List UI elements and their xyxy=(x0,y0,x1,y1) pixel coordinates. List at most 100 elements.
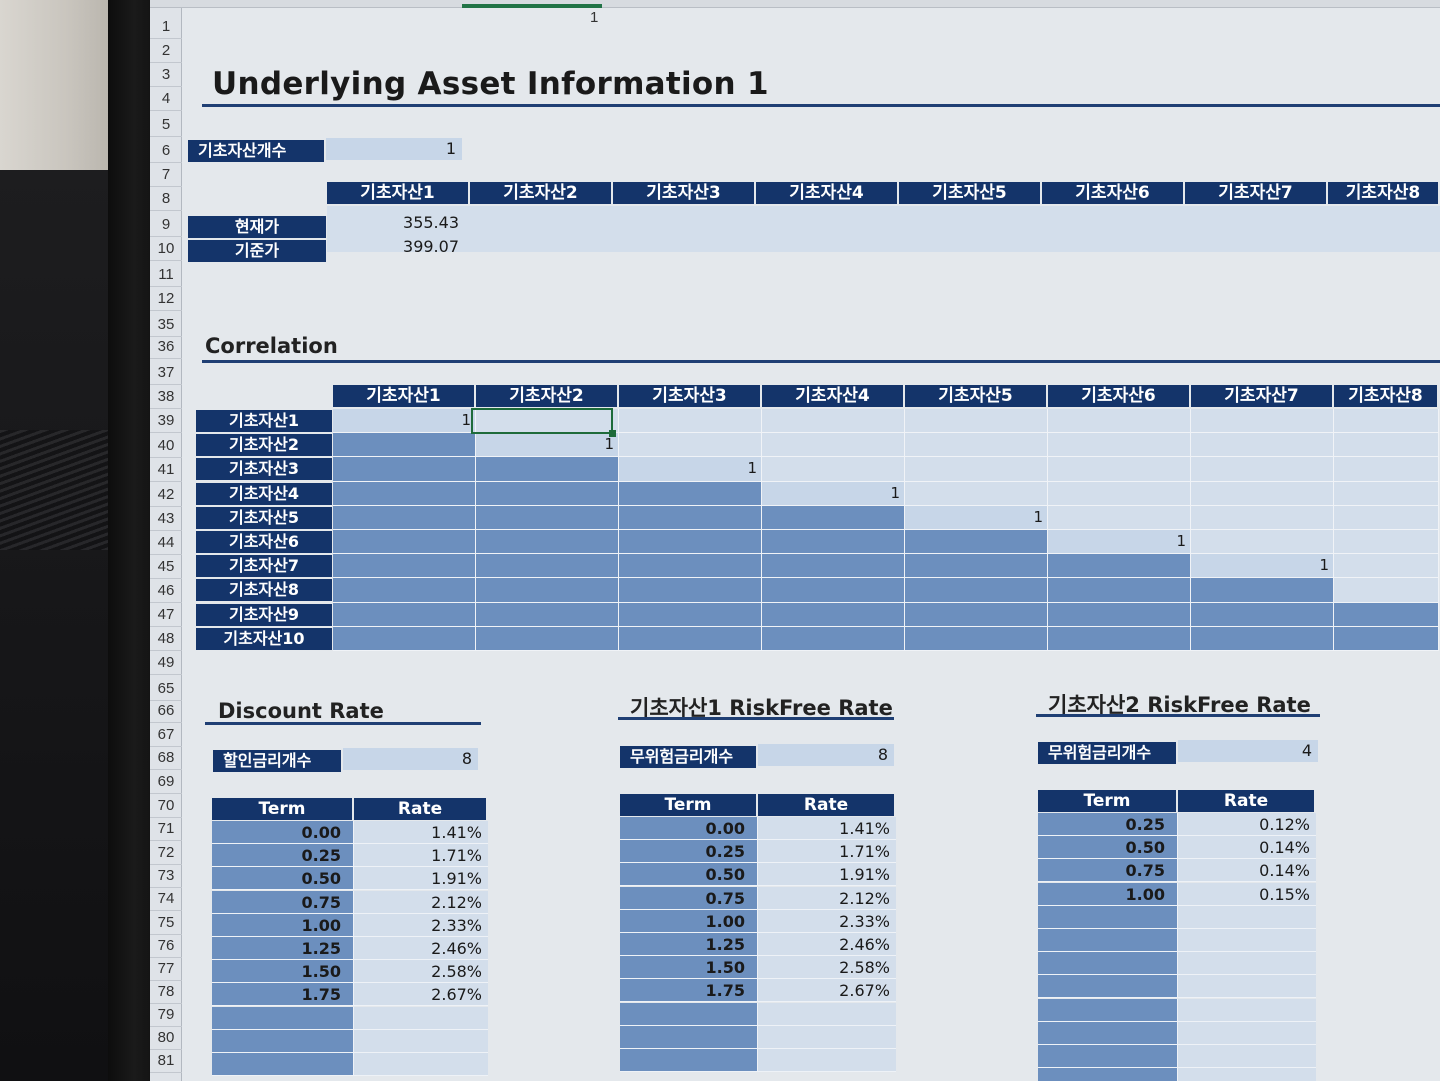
asset-header-6[interactable]: 기초자산6 xyxy=(1042,182,1185,204)
correlation-cell[interactable] xyxy=(1048,626,1191,651)
rate-term[interactable]: 0.75 xyxy=(212,890,354,913)
row-number[interactable]: 1 xyxy=(150,18,182,35)
correlation-cell[interactable] xyxy=(476,602,619,627)
rate-term[interactable] xyxy=(212,1053,354,1075)
correlation-cell[interactable] xyxy=(1048,481,1191,506)
row-number[interactable]: 38 xyxy=(150,388,182,405)
rate-term[interactable] xyxy=(1038,929,1178,951)
correlation-cell[interactable] xyxy=(1191,409,1334,434)
row-number[interactable]: 45 xyxy=(150,558,182,575)
rate-row[interactable] xyxy=(620,1049,896,1072)
row-number[interactable]: 39 xyxy=(150,412,182,429)
rate-value[interactable] xyxy=(1178,975,1316,998)
rate-term[interactable] xyxy=(620,1025,758,1048)
correlation-cell[interactable] xyxy=(1191,457,1334,482)
row-number[interactable]: 9 xyxy=(150,216,182,233)
rate-row[interactable] xyxy=(1038,1045,1316,1068)
correlation-cell[interactable] xyxy=(333,578,476,603)
correlation-cell[interactable] xyxy=(1334,505,1439,530)
correlation-col-header-1[interactable]: 기초자산1 xyxy=(333,385,476,407)
row-number[interactable]: 41 xyxy=(150,461,182,478)
asset-header-8[interactable]: 기초자산8 xyxy=(1328,182,1440,204)
rate-value[interactable]: 0.14% xyxy=(1178,859,1316,882)
rate-term[interactable] xyxy=(1038,998,1178,1021)
rate-value[interactable]: 1.91% xyxy=(758,863,896,886)
correlation-cell[interactable] xyxy=(1191,578,1334,603)
row-number[interactable]: 70 xyxy=(150,797,182,814)
rate-row[interactable]: 1.00 2.33% xyxy=(620,909,896,933)
rate-value[interactable]: 0.12% xyxy=(1178,813,1316,835)
correlation-row-label[interactable]: 기초자산7 xyxy=(196,555,332,578)
rate-header-rate[interactable]: Rate xyxy=(758,794,896,816)
correlation-cell[interactable] xyxy=(1191,626,1334,651)
row-number[interactable]: 79 xyxy=(150,1006,182,1023)
row-number[interactable]: 3 xyxy=(150,66,182,83)
correlation-cell[interactable] xyxy=(619,530,762,555)
correlation-col-header-5[interactable]: 기초자산5 xyxy=(905,385,1048,407)
correlation-cell[interactable]: 1 xyxy=(1048,530,1191,555)
row-number[interactable]: 4 xyxy=(150,90,182,107)
rate-value[interactable]: 2.12% xyxy=(354,890,488,913)
rate-row[interactable]: 0.75 2.12% xyxy=(212,890,488,914)
rate-row[interactable] xyxy=(212,1029,488,1053)
rate-header-term[interactable]: Term xyxy=(1038,790,1178,812)
rate-row[interactable] xyxy=(1038,952,1316,976)
rate-row[interactable] xyxy=(1038,929,1316,952)
row-number[interactable]: 78 xyxy=(150,983,182,1000)
discount-count-value[interactable]: 8 xyxy=(343,748,478,770)
row-number[interactable]: 43 xyxy=(150,510,182,527)
correlation-cell[interactable] xyxy=(905,409,1048,434)
correlation-cell[interactable] xyxy=(476,481,619,506)
row-number[interactable]: 48 xyxy=(150,630,182,647)
correlation-cell[interactable] xyxy=(762,457,905,482)
rate-row[interactable]: 0.75 0.14% xyxy=(1038,859,1316,883)
rate-term[interactable]: 1.75 xyxy=(212,983,354,1006)
rate-value[interactable]: 2.58% xyxy=(758,956,896,979)
row-number[interactable]: 75 xyxy=(150,914,182,931)
rate-value[interactable]: 2.33% xyxy=(354,913,488,936)
rate-row[interactable]: 1.25 2.46% xyxy=(620,933,896,956)
asset-header-3[interactable]: 기초자산3 xyxy=(613,182,756,204)
correlation-cell[interactable] xyxy=(619,602,762,627)
correlation-cell[interactable]: 1 xyxy=(619,457,762,482)
correlation-row-label[interactable]: 기초자산8 xyxy=(196,579,332,602)
correlation-cell[interactable] xyxy=(476,505,619,530)
rate-row[interactable]: 1.00 2.33% xyxy=(212,913,488,937)
asset-header-5[interactable]: 기초자산5 xyxy=(899,182,1042,204)
correlation-cell[interactable] xyxy=(619,505,762,530)
riskfree1-count-value[interactable]: 8 xyxy=(758,744,894,766)
row-number[interactable]: 7 xyxy=(150,166,182,183)
rate-row[interactable] xyxy=(212,1053,488,1076)
rate-value[interactable] xyxy=(1178,1021,1316,1044)
rate-row[interactable]: 0.25 0.12% xyxy=(1038,813,1316,836)
correlation-cell[interactable] xyxy=(1048,457,1191,482)
correlation-cell[interactable] xyxy=(1334,481,1439,506)
rate-row[interactable]: 0.50 1.91% xyxy=(212,867,488,891)
row-number[interactable]: 35 xyxy=(150,316,182,333)
rate-term[interactable]: 1.25 xyxy=(212,937,354,959)
correlation-cell[interactable] xyxy=(1191,530,1334,555)
correlation-cell[interactable] xyxy=(905,602,1048,627)
rate-row[interactable] xyxy=(1038,1021,1316,1045)
price-value-current[interactable]: 355.43 xyxy=(327,212,459,234)
rate-header-term[interactable]: Term xyxy=(212,798,354,820)
row-number[interactable]: 67 xyxy=(150,726,182,743)
correlation-cell[interactable] xyxy=(476,626,619,651)
correlation-cell[interactable] xyxy=(476,578,619,603)
row-number[interactable]: 68 xyxy=(150,749,182,766)
rate-row[interactable]: 1.50 2.58% xyxy=(212,960,488,984)
correlation-col-header-3[interactable]: 기초자산3 xyxy=(619,385,762,407)
correlation-cell[interactable] xyxy=(762,433,905,458)
rate-value[interactable] xyxy=(758,1025,896,1048)
correlation-cell[interactable] xyxy=(619,626,762,651)
correlation-row-label[interactable]: 기초자산9 xyxy=(196,603,332,626)
correlation-row-label[interactable]: 기초자산5 xyxy=(196,506,332,529)
correlation-col-header-7[interactable]: 기초자산7 xyxy=(1191,385,1334,407)
rate-term[interactable]: 1.00 xyxy=(620,909,758,932)
rate-row[interactable] xyxy=(1038,1068,1316,1081)
correlation-cell[interactable]: 1 xyxy=(762,481,905,506)
asset-header-1[interactable]: 기초자산1 xyxy=(327,182,470,204)
correlation-cell[interactable] xyxy=(905,457,1048,482)
rate-value[interactable] xyxy=(354,1053,488,1075)
correlation-row-label[interactable]: 기초자산6 xyxy=(196,531,332,553)
